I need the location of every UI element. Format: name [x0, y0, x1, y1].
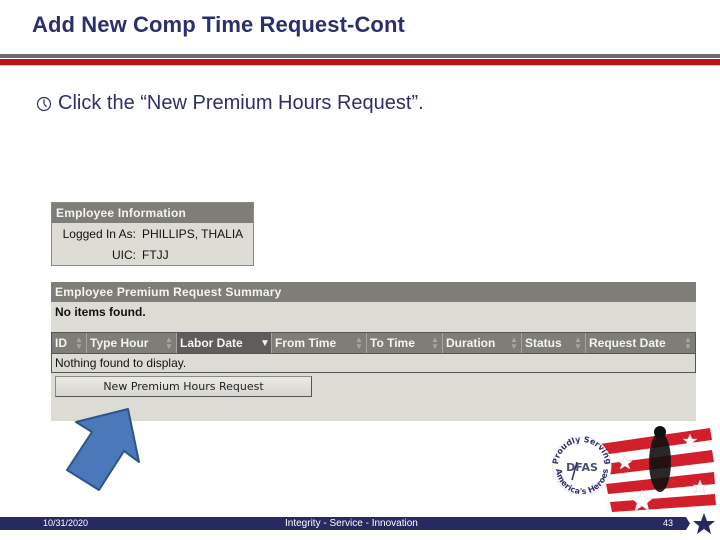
page-number: 43: [663, 518, 674, 528]
column-header-duration[interactable]: Duration ▲ ▼: [443, 333, 522, 353]
employee-information-header: Employee Information: [52, 203, 253, 223]
sort-icon: ▲ ▼: [574, 335, 582, 351]
logged-in-value: PHILLIPS, THALIA: [142, 226, 244, 241]
clock-icon: [36, 96, 52, 112]
uic-label: UIC:: [112, 247, 136, 262]
column-header-labor-date[interactable]: Labor Date ▼: [177, 333, 272, 353]
title-divider-gray: [0, 54, 720, 58]
employee-information-panel: Employee Information Logged In As: PHILL…: [51, 202, 254, 266]
title-divider-shadow: [0, 65, 720, 66]
column-header-to-time[interactable]: To Time ▲ ▼: [367, 333, 443, 353]
premium-request-summary-panel: Employee Premium Request Summary No item…: [51, 282, 696, 421]
summary-header: Employee Premium Request Summary: [51, 282, 696, 302]
sort-descending-icon: ▼: [260, 338, 270, 349]
sort-icon: ▲ ▼: [431, 335, 439, 351]
soldier-silhouette-icon: [649, 432, 671, 492]
logo-center-text: DFAS: [566, 461, 598, 474]
sort-icon: ▲ ▼: [165, 335, 173, 351]
sort-icon: ▲ ▼: [510, 335, 518, 351]
logged-in-label: Logged In As:: [62, 226, 136, 241]
column-header-request-date[interactable]: Request Date ▲ ▼: [586, 333, 695, 353]
sort-icon: ▲ ▼: [684, 335, 692, 351]
footer-date: 10/31/2020: [43, 518, 89, 528]
column-header-from-time[interactable]: From Time ▲ ▼: [272, 333, 367, 353]
uic-value: FTJJ: [142, 247, 169, 262]
column-header-status[interactable]: Status ▲ ▼: [522, 333, 586, 353]
column-header-id[interactable]: ID ▲ ▼: [52, 333, 87, 353]
empty-table-message: Nothing found to display.: [52, 353, 695, 372]
sort-icon: ▲ ▼: [75, 335, 83, 351]
summary-status: No items found.: [55, 305, 146, 319]
instruction-text: Click the “New Premium Hours Request”.: [58, 92, 424, 114]
sort-icon: ▲ ▼: [355, 335, 363, 351]
footer-motto: Integrity - Service - Innovation: [285, 518, 418, 529]
footer-star-icon: [680, 513, 715, 534]
dfas-logo: Proudly Serving America's Heroes DFAS: [551, 426, 716, 512]
table-header-row: ID ▲ ▼ Type Hour ▲ ▼ Labor Date ▼ From Tim…: [52, 333, 695, 353]
slide-title: Add New Comp Time Request-Cont: [32, 12, 405, 37]
footer-bar: 10/31/2020 Integrity - Service - Innovat…: [0, 517, 686, 530]
new-premium-hours-request-button[interactable]: New Premium Hours Request: [55, 376, 312, 397]
requests-table: ID ▲ ▼ Type Hour ▲ ▼ Labor Date ▼ From Tim…: [51, 332, 696, 373]
logged-in-row: Logged In As: PHILLIPS, THALIA: [52, 223, 253, 244]
column-header-type-hour[interactable]: Type Hour ▲ ▼: [87, 333, 177, 353]
uic-row: UIC: FTJJ: [52, 244, 253, 265]
instruction-bullet: Click the “New Premium Hours Request”.: [36, 92, 424, 115]
